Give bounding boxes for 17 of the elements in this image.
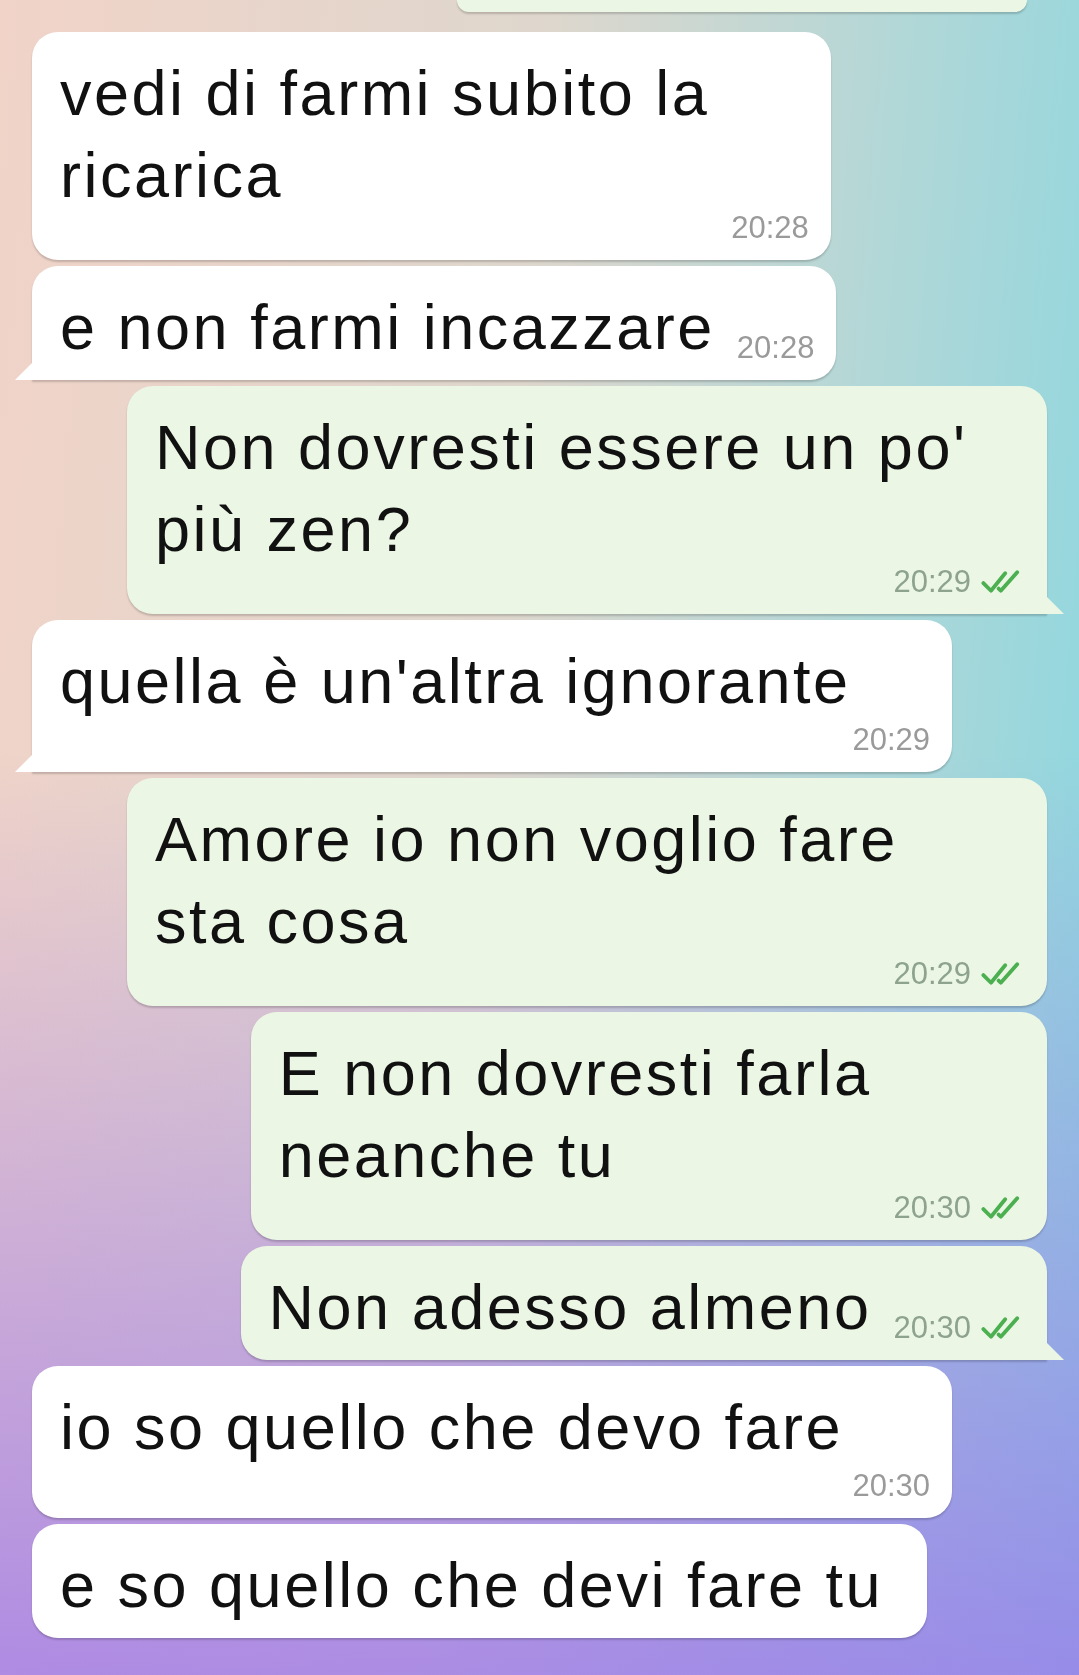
message-text: E non dovresti farla neanche tu bbox=[278, 1037, 872, 1192]
message-text: io so quello che devo fare bbox=[60, 1391, 843, 1464]
message-time: 20:28 bbox=[736, 330, 815, 366]
message-time: 20:28 bbox=[731, 210, 809, 246]
message-text: vedi di farmi subito la ricarica bbox=[60, 57, 710, 212]
message-time: 20:29 bbox=[852, 722, 930, 758]
message-text: Amore io non voglio fare sta cosa bbox=[155, 803, 898, 958]
message-time: 20:30 bbox=[893, 1190, 971, 1226]
message-text: e so quello che devi fare tu bbox=[60, 1549, 883, 1622]
message-time: 20:29 bbox=[893, 564, 971, 600]
message-text: e non farmi incazzare bbox=[60, 291, 715, 364]
message-text: quella è un'altra ignorante bbox=[60, 645, 851, 718]
message-time: 20:30 bbox=[852, 1468, 930, 1504]
message-text: Non adesso almeno bbox=[268, 1271, 872, 1344]
message-time: 20:30 bbox=[893, 1310, 971, 1346]
message-time: 20:29 bbox=[893, 956, 971, 992]
message-text: Non dovresti essere un po' più zen? bbox=[155, 411, 968, 566]
